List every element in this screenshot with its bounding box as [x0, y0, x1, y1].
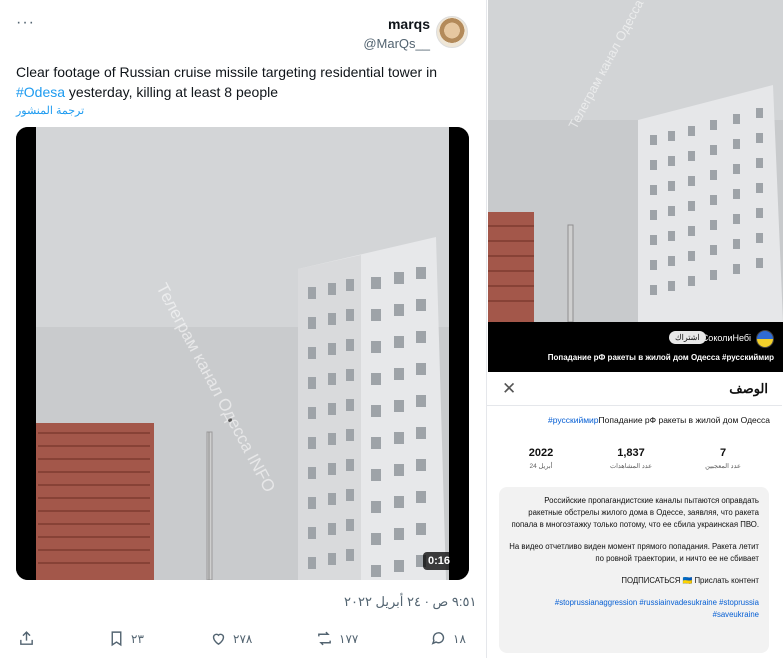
- stat-value: 7: [719, 447, 727, 459]
- video-title-text: Попадание рФ ракеты в жилой дом Одесса: [598, 415, 770, 425]
- video-title-tag[interactable]: #русскиймир: [548, 415, 599, 425]
- stat-date: 2022 24 أبريل: [501, 447, 581, 470]
- bookmark-count: ٢٣: [131, 631, 144, 646]
- tweet-text-after: yesterday, killing at least 8 people: [65, 84, 279, 100]
- stat-likes: 7 عدد المعجبين: [683, 447, 763, 470]
- stat-value: 2022: [528, 447, 554, 459]
- hashtag-link[interactable]: #Odesa: [16, 84, 65, 100]
- video-stats: 7 عدد المعجبين 1,837 عدد المشاهدات 2022 …: [487, 447, 782, 481]
- description-paragraph: Российские пропагандистские каналы пытаю…: [511, 496, 759, 529]
- tweet-timestamp[interactable]: ٩:٥١ ص · ٢٤ أبريل ٢٠٢٢: [344, 594, 476, 610]
- avatar[interactable]: [436, 16, 468, 48]
- reply-count: ١٨: [453, 631, 466, 646]
- subscribe-button[interactable]: اشتراك: [669, 331, 706, 344]
- author-name[interactable]: marqs: [363, 16, 430, 32]
- close-icon[interactable]: ✕: [502, 379, 516, 399]
- heart-icon: [212, 633, 225, 646]
- video-duration: 0:16: [422, 552, 455, 570]
- bookmark-icon: [111, 631, 122, 647]
- share-button[interactable]: [18, 630, 35, 647]
- tweet-video[interactable]: Телеграм канал Одесса INFO 0:16: [16, 127, 469, 580]
- description-hashtags[interactable]: #stoprussianaggression #russiainvadesukr…: [509, 597, 759, 621]
- reply-button[interactable]: ١٨: [430, 630, 466, 647]
- reply-icon: [431, 632, 445, 645]
- video-info-strip: @СоколиНебі اشتراك Попадание рФ ракеты в…: [488, 322, 783, 372]
- bookmark-button[interactable]: ٢٣: [108, 630, 144, 647]
- retweet-count: ١٧٧: [339, 631, 359, 646]
- right-video-frame: Телеграм канал Одесса INFO: [488, 0, 783, 322]
- description-header: ✕ الوصف: [487, 372, 782, 406]
- translate-post-link[interactable]: ترجمة المنشور: [16, 104, 84, 117]
- video-frame: Телеграм канал Одесса INFO: [16, 127, 469, 580]
- youtube-panel: Телеграм канал Одесса INFO @СоколиНебі ا…: [486, 0, 783, 658]
- video-title: #русскиймирПопадание рФ ракеты в жилой д…: [548, 415, 770, 425]
- tweet-actions: ٢٣ ٢٧٨ ١٧٧ ١٨: [0, 630, 482, 654]
- description-box: Российские пропагандистские каналы пытаю…: [499, 487, 769, 653]
- like-count: ٢٧٨: [233, 631, 253, 646]
- tweet-text-before: Clear footage of Russian cruise missile …: [16, 64, 437, 80]
- channel-icon[interactable]: [756, 330, 774, 348]
- like-button[interactable]: ٢٧٨: [210, 630, 252, 647]
- tweet-text: Clear footage of Russian cruise missile …: [16, 62, 466, 102]
- more-options-button[interactable]: ···: [16, 14, 35, 32]
- description-body: #русскиймирПопадание рФ ракеты в жилой д…: [487, 407, 782, 658]
- tweet-card: ··· marqs @MarQs__ Clear footage of Russ…: [0, 0, 482, 658]
- share-icon: [20, 631, 33, 645]
- screenshot-root: ··· marqs @MarQs__ Clear footage of Russ…: [0, 0, 783, 658]
- right-video[interactable]: Телеграм канал Одесса INFO @СоколиНебі ا…: [488, 0, 783, 372]
- author-handle[interactable]: @MarQs__: [363, 36, 430, 51]
- retweet-icon: [318, 631, 331, 646]
- video-title-overlay: Попадание рФ ракеты в жилой дом Одесса #…: [547, 353, 774, 362]
- description-paragraph: ПОДПИСАТЬСЯ 🇺🇦 Прислать контент: [621, 576, 759, 585]
- description-paragraph: На видео отчетливо виден момент прямого …: [509, 542, 759, 563]
- stat-views: 1,837 عدد المشاهدات: [591, 447, 671, 470]
- retweet-button[interactable]: ١٧٧: [316, 630, 358, 647]
- description-title: الوصف: [729, 381, 768, 396]
- stat-label: 24 أبريل: [529, 463, 553, 470]
- stat-label: عدد المشاهدات: [609, 463, 653, 470]
- tweet-author[interactable]: marqs @MarQs__: [363, 16, 430, 51]
- stat-label: عدد المعجبين: [705, 463, 741, 470]
- stat-value: 1,837: [617, 447, 645, 459]
